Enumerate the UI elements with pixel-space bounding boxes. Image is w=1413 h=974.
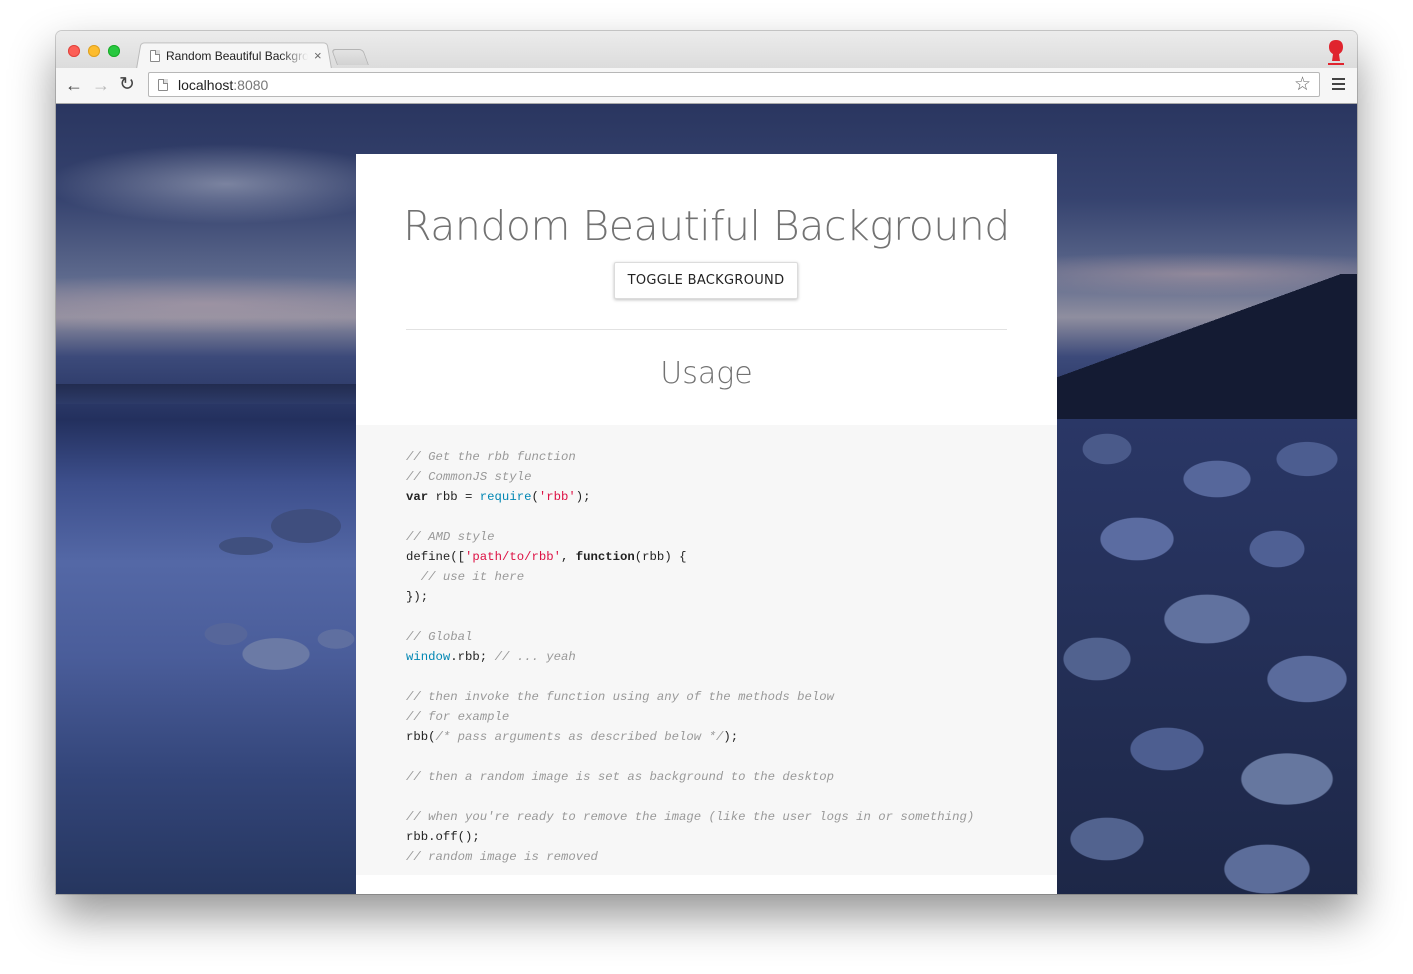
page-viewport: Random Beautiful Background TOGGLE BACKG… [56, 104, 1357, 894]
divider [406, 329, 1007, 330]
background-rocks-right [1047, 419, 1357, 894]
code-line: // for example [406, 707, 1057, 727]
code-comment: // AMD style [406, 530, 495, 544]
background-rocks-left [186, 614, 366, 694]
code-string: 'path/to/rbb' [465, 550, 561, 564]
tab-title: Random Beautiful Backgro [166, 48, 308, 63]
content-card: Random Beautiful Background TOGGLE BACKG… [356, 154, 1057, 894]
window-minimize-button[interactable] [88, 45, 100, 57]
code-comment: // random image is removed [406, 850, 598, 864]
code-text: (rbb) { [634, 550, 687, 564]
code-builtin: require [479, 490, 532, 504]
code-comment: // for example [406, 710, 510, 724]
code-line: rbb(/* pass arguments as described below… [406, 727, 1057, 747]
window-close-button[interactable] [68, 45, 80, 57]
browser-toolbar: ← → ↻ localhost:8080 ☆ [56, 68, 1357, 104]
code-line: // random image is removed [406, 847, 1057, 867]
code-keyword: function [575, 550, 635, 564]
page-icon [158, 78, 168, 91]
code-line: // Get the rbb function [406, 447, 1057, 467]
code-text: , [560, 550, 576, 564]
code-text: rbb.off(); [406, 830, 480, 844]
code-text: rbb = [428, 490, 480, 504]
code-line: // AMD style [406, 527, 1057, 547]
code-line: window.rbb; // ... yeah [406, 647, 1057, 667]
background-shoreline [56, 384, 356, 404]
code-comment: // Global [406, 630, 473, 644]
usage-heading: Usage [660, 356, 753, 391]
profile-avatar-icon[interactable] [1327, 39, 1345, 65]
code-line: // then invoke the function using any of… [406, 687, 1057, 707]
reload-icon[interactable]: ↻ [119, 75, 135, 94]
code-comment: // then invoke the function using any of… [406, 690, 835, 704]
back-arrow-icon[interactable]: ← [65, 76, 83, 94]
browser-window: Random Beautiful Backgro × ← → ↻ localho… [56, 31, 1357, 894]
code-text: }); [406, 590, 429, 604]
code-line: // then a random image is set as backgro… [406, 767, 1057, 787]
code-comment: // ... yeah [494, 650, 576, 664]
code-comment: // when you're ready to remove the image… [406, 810, 975, 824]
title-bar: Random Beautiful Backgro × [56, 31, 1357, 69]
tab-close-icon[interactable]: × [314, 48, 322, 63]
code-builtin: window [406, 650, 451, 664]
code-text: ); [723, 730, 739, 744]
code-comment: /* pass arguments as described below */ [435, 730, 724, 744]
code-line: }); [406, 587, 1057, 607]
code-text: .rbb; [450, 650, 495, 664]
browser-tab-content[interactable]: Random Beautiful Backgro × [146, 43, 326, 68]
code-keyword: var [406, 490, 429, 504]
menu-icon[interactable] [1332, 78, 1345, 93]
background-rock [271, 509, 341, 543]
window-maximize-button[interactable] [108, 45, 120, 57]
code-comment: // then a random image is set as backgro… [406, 770, 835, 784]
code-line: // use it here [406, 567, 1057, 587]
code-comment: // Get the rbb function [406, 450, 576, 464]
toggle-background-button[interactable]: TOGGLE BACKGROUND [614, 262, 798, 299]
code-text: rbb( [406, 730, 436, 744]
forward-arrow-icon[interactable]: → [92, 76, 110, 94]
code-line: define(['path/to/rbb', function(rbb) { [406, 547, 1057, 567]
background-hill [1037, 274, 1357, 434]
code-comment: // use it here [406, 570, 525, 584]
code-comment: // CommonJS style [406, 470, 532, 484]
code-text: define([ [406, 550, 466, 564]
new-tab-button[interactable] [331, 49, 369, 65]
code-line: rbb.off(); [406, 827, 1057, 847]
code-block: // Get the rbb function // CommonJS styl… [356, 425, 1057, 875]
code-line: // when you're ready to remove the image… [406, 807, 1057, 827]
page-title: Random Beautiful Background [403, 202, 1010, 250]
code-text: ); [575, 490, 591, 504]
url-host: localhost [178, 76, 234, 93]
code-line: // CommonJS style [406, 467, 1057, 487]
url-port: :8080 [233, 76, 269, 93]
code-text: ( [531, 490, 539, 504]
code-line: var rbb = require('rbb'); [406, 487, 1057, 507]
address-bar[interactable]: localhost:8080 ☆ [148, 72, 1320, 97]
code-string: 'rbb' [538, 490, 576, 504]
bookmark-star-icon[interactable]: ☆ [1294, 73, 1311, 97]
page-icon [150, 49, 160, 62]
code-line: // Global [406, 627, 1057, 647]
